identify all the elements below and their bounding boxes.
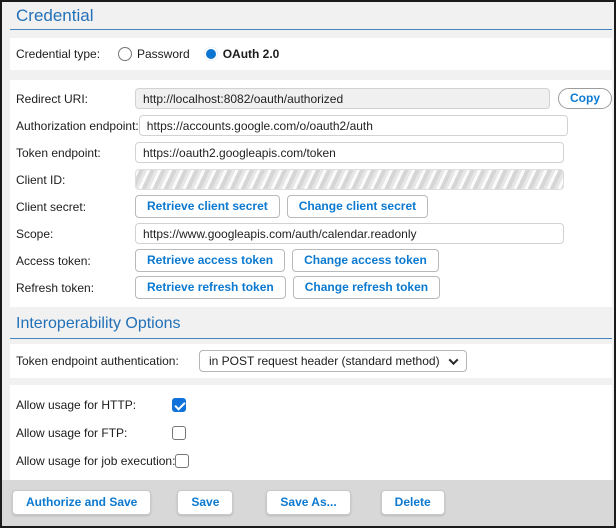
authorization-endpoint-input[interactable]	[139, 115, 568, 136]
delete-button[interactable]: Delete	[381, 490, 445, 515]
allow-http-checkbox[interactable]	[172, 398, 186, 412]
client-secret-label: Client secret:	[16, 200, 135, 214]
redirect-uri-label: Redirect URI:	[16, 92, 135, 106]
password-radio[interactable]	[118, 47, 132, 61]
page-header: Credential	[2, 2, 614, 29]
token-endpoint-auth-select[interactable]: in POST request header (standard method)	[199, 350, 467, 372]
token-endpoint-row: Token endpoint:	[10, 139, 612, 166]
token-endpoint-auth-panel: Token endpoint authentication: in POST r…	[10, 344, 612, 378]
credential-type-radio-group: Password OAuth 2.0	[116, 47, 279, 61]
change-client-secret-button[interactable]: Change client secret	[287, 195, 428, 218]
change-access-token-button[interactable]: Change access token	[292, 249, 439, 272]
interoperability-divider	[10, 338, 612, 339]
token-endpoint-input[interactable]	[135, 142, 564, 163]
title-divider	[10, 29, 612, 30]
retrieve-access-token-button[interactable]: Retrieve access token	[135, 249, 285, 272]
oauth2-radio[interactable]	[204, 47, 218, 61]
scope-label: Scope:	[16, 227, 135, 241]
allow-job-row: Allow usage for job execution:	[10, 447, 612, 475]
oauth2-radio-label[interactable]: OAuth 2.0	[223, 47, 280, 61]
retrieve-refresh-token-button[interactable]: Retrieve refresh token	[135, 276, 286, 299]
allow-ftp-checkbox[interactable]	[172, 426, 186, 440]
allow-ftp-row: Allow usage for FTP:	[10, 419, 612, 447]
client-secret-row: Client secret: Retrieve client secret Ch…	[10, 193, 612, 220]
redirect-uri-row: Redirect URI: Copy	[10, 85, 612, 112]
token-endpoint-auth-label: Token endpoint authentication:	[16, 354, 199, 368]
client-id-label: Client ID:	[16, 173, 135, 187]
redirect-uri-input[interactable]	[135, 88, 550, 109]
password-radio-label[interactable]: Password	[137, 47, 190, 61]
chevron-down-icon	[448, 355, 458, 365]
copy-button[interactable]: Copy	[558, 88, 612, 109]
save-as-button[interactable]: Save As...	[266, 490, 350, 515]
client-id-row: Client ID:	[10, 166, 612, 193]
save-button[interactable]: Save	[177, 490, 233, 515]
interoperability-heading: Interoperability Options	[2, 307, 614, 338]
scope-input[interactable]	[135, 223, 564, 244]
allow-ftp-label: Allow usage for FTP:	[16, 426, 172, 440]
authorization-endpoint-row: Authorization endpoint:	[10, 112, 612, 139]
allow-job-label: Allow usage for job execution:	[16, 454, 175, 468]
credential-type-label: Credential type:	[16, 47, 116, 61]
oauth-fields-panel: Redirect URI: Copy Authorization endpoin…	[10, 80, 612, 307]
page-title: Credential	[16, 6, 94, 26]
access-token-row: Access token: Retrieve access token Chan…	[10, 247, 612, 274]
authorize-and-save-button[interactable]: Authorize and Save	[12, 490, 151, 515]
credential-page: Credential Credential type: Password OAu…	[0, 0, 616, 528]
refresh-token-label: Refresh token:	[16, 281, 135, 295]
client-id-redacted-field[interactable]	[135, 169, 564, 190]
access-token-label: Access token:	[16, 254, 135, 268]
token-endpoint-auth-value: in POST request header (standard method)	[209, 354, 440, 368]
scope-row: Scope:	[10, 220, 612, 247]
allow-http-label: Allow usage for HTTP:	[16, 398, 172, 412]
retrieve-client-secret-button[interactable]: Retrieve client secret	[135, 195, 280, 218]
token-endpoint-label: Token endpoint:	[16, 146, 135, 160]
allow-job-checkbox[interactable]	[175, 454, 189, 468]
usage-options-panel: Allow usage for HTTP: Allow usage for FT…	[10, 385, 612, 481]
credential-type-panel: Credential type: Password OAuth 2.0	[10, 38, 612, 70]
allow-http-row: Allow usage for HTTP:	[10, 391, 612, 419]
change-refresh-token-button[interactable]: Change refresh token	[293, 276, 440, 299]
footer-action-bar: Authorize and Save Save Save As... Delet…	[2, 480, 614, 526]
refresh-token-row: Refresh token: Retrieve refresh token Ch…	[10, 274, 612, 301]
authorization-endpoint-label: Authorization endpoint:	[16, 119, 139, 133]
